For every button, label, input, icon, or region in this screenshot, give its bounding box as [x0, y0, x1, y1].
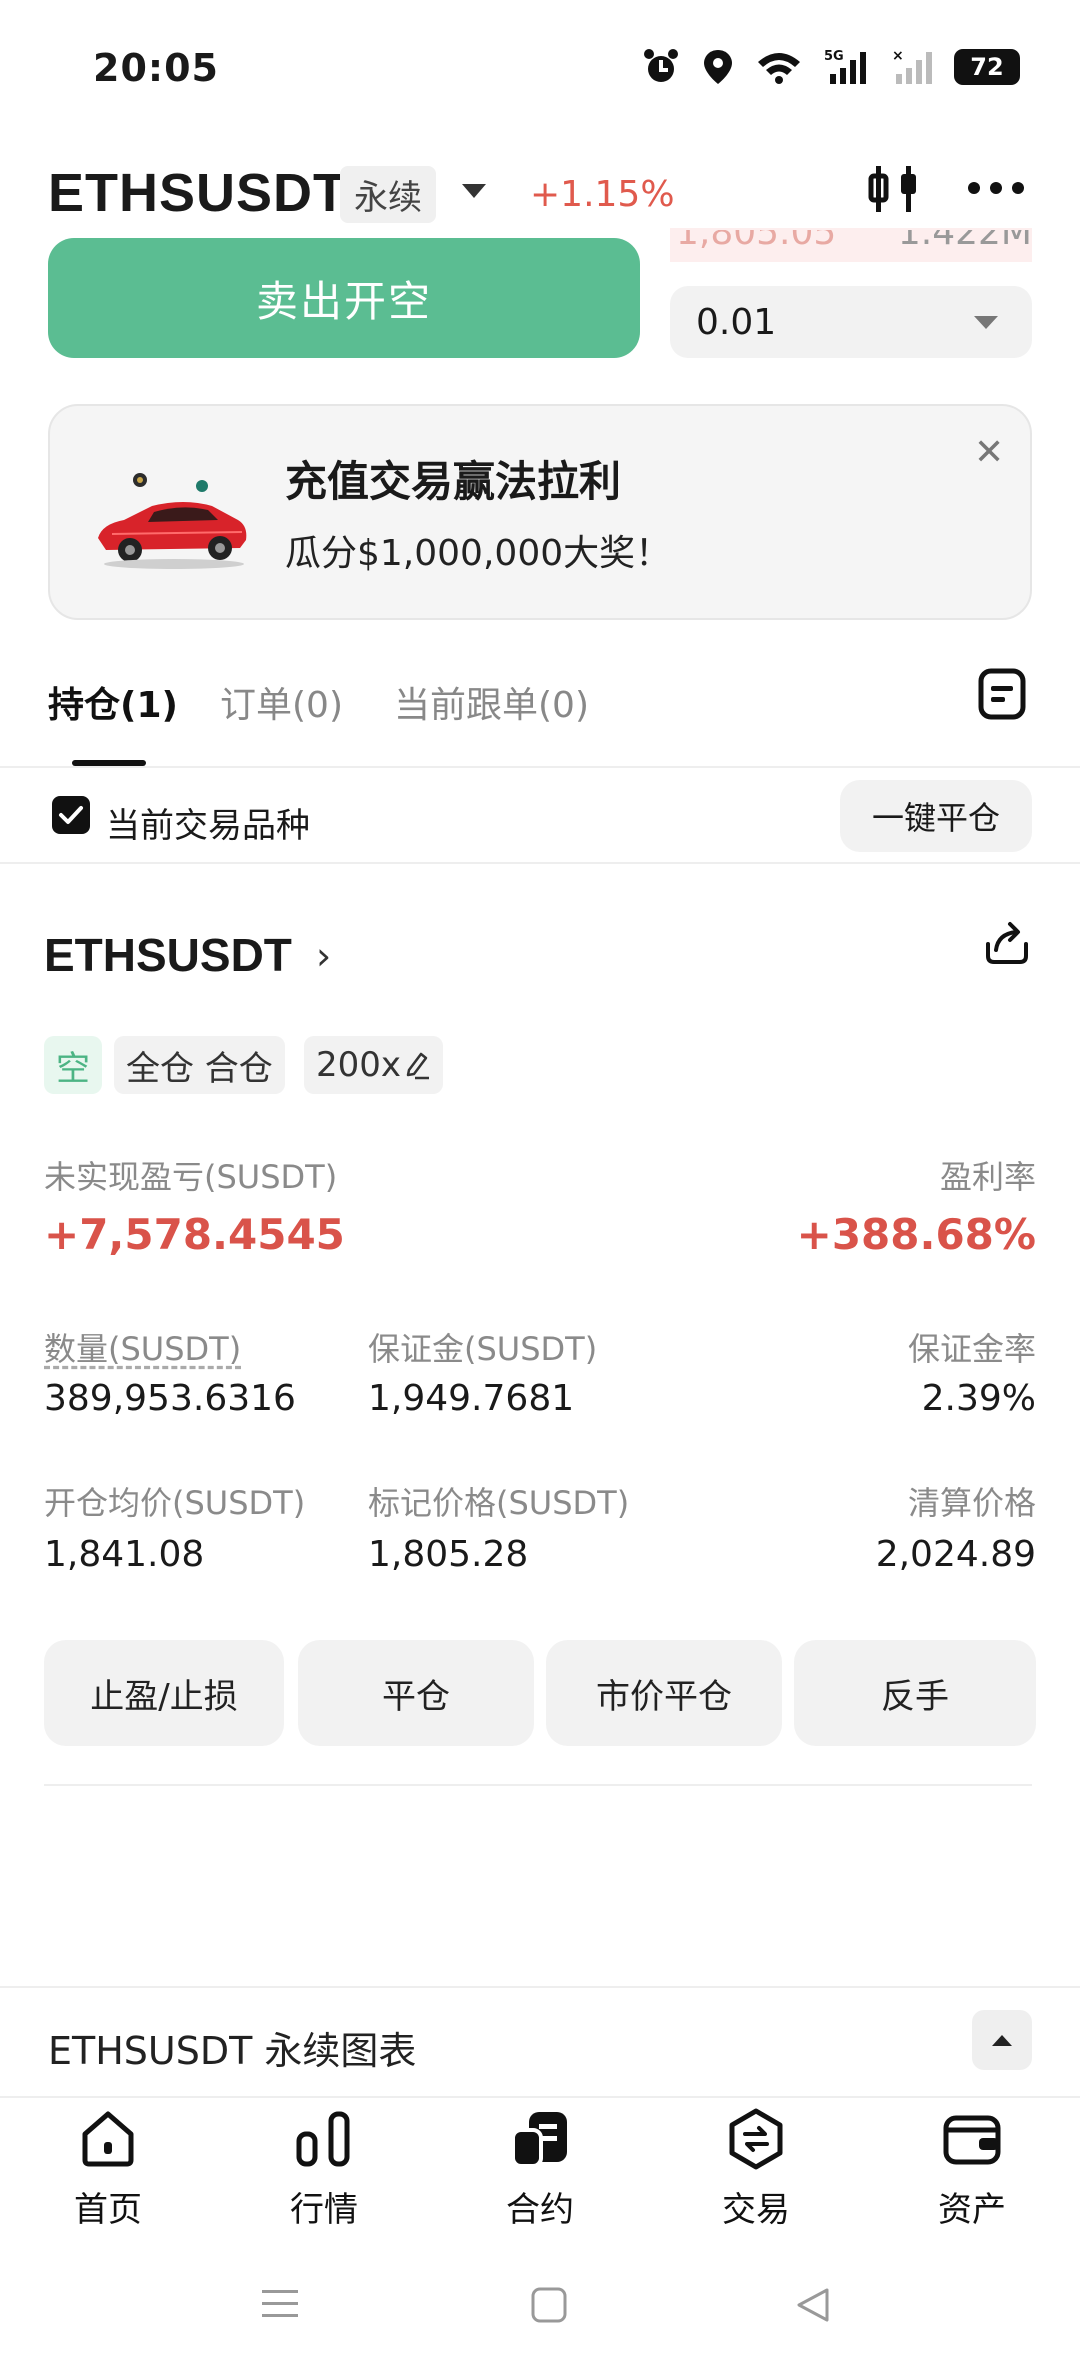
mark-price-value: 1,805.28: [368, 1534, 529, 1575]
wifi-icon: [758, 53, 800, 84]
side-chip: 空: [44, 1036, 102, 1094]
liq-price-label: 清算价格: [907, 1484, 1036, 1522]
tab-positions[interactable]: 持仓(1): [48, 676, 178, 728]
market-close-button[interactable]: 市价平仓: [546, 1640, 782, 1746]
futures-icon: [511, 2112, 567, 2168]
sell-open-short-button[interactable]: 卖出开空: [48, 238, 640, 358]
reverse-button[interactable]: 反手: [794, 1640, 1036, 1746]
entry-price-label: 开仓均价(SUSDT): [44, 1484, 306, 1522]
card-divider: [44, 1784, 1032, 1786]
system-home-icon[interactable]: [530, 2286, 568, 2324]
share-icon[interactable]: [982, 916, 1032, 966]
banner-close-icon[interactable]: ✕: [974, 432, 1004, 473]
system-back-icon[interactable]: [794, 2286, 832, 2324]
signal-5g-icon: 5G: [824, 49, 866, 84]
nav-futures[interactable]: 合约: [460, 2108, 620, 2231]
quantity-label[interactable]: 数量(SUSDT): [44, 1324, 241, 1370]
unrealized-pnl-label: 未实现盈亏(SUSDT): [44, 1158, 338, 1196]
system-menu-icon[interactable]: [260, 2286, 300, 2322]
unrealized-pnl-value: +7,578.4545: [44, 1210, 345, 1259]
pair-title[interactable]: ETHSUSDT: [48, 162, 347, 224]
location-icon: [704, 50, 732, 84]
banner-subtitle: 瓜分$1,000,000大奖！: [285, 533, 672, 574]
mark-price-label: 标记价格(SUSDT): [368, 1484, 630, 1522]
close-all-button[interactable]: 一键平仓: [840, 780, 1032, 852]
price-change: +1.15%: [530, 174, 675, 215]
tab-orders[interactable]: 订单(0): [220, 676, 343, 728]
roe-label: 盈利率: [939, 1158, 1036, 1196]
edit-icon: [406, 1052, 430, 1080]
nav-assets-label: 资产: [938, 2190, 1006, 2230]
current-symbol-label[interactable]: 当前交易品种: [106, 798, 310, 847]
orderbook-peek: 1,805.05 1.422M: [670, 230, 1032, 262]
liq-price-value: 2,024.89: [875, 1534, 1036, 1575]
current-symbol-checkbox[interactable]: [52, 796, 90, 834]
nav-market-label: 行情: [290, 2190, 358, 2230]
position-symbol[interactable]: ETHSUSDT: [44, 928, 292, 982]
margin-ratio-label: 保证金率: [907, 1330, 1036, 1368]
status-time: 20:05: [93, 46, 219, 90]
battery-indicator: 72: [954, 49, 1020, 85]
home-icon: [82, 2111, 134, 2167]
signal-2-icon: ×: [892, 48, 932, 84]
chevron-right-icon[interactable]: ›: [316, 934, 331, 978]
caret-up-icon: [992, 2035, 1012, 2046]
nav-futures-label: 合约: [506, 2190, 574, 2230]
nav-divider: [0, 2096, 1080, 2098]
peek-price: 1,805.05: [676, 230, 837, 253]
entry-price-value: 1,841.08: [44, 1534, 205, 1575]
filter-divider: [0, 862, 1080, 864]
nav-market[interactable]: 行情: [244, 2108, 404, 2231]
nav-home[interactable]: 首页: [28, 2108, 188, 2231]
roe-value: +388.68%: [796, 1210, 1036, 1259]
nav-assets[interactable]: 资产: [892, 2108, 1052, 2231]
margin-value: 1,949.7681: [368, 1378, 575, 1419]
pair-dropdown-icon[interactable]: [462, 184, 486, 198]
margin-mode-chip[interactable]: 全仓 合仓: [114, 1036, 285, 1094]
check-icon: [59, 806, 83, 824]
margin-ratio-value: 2.39%: [921, 1378, 1036, 1419]
status-icons: 5G × 72: [642, 48, 1020, 86]
sports-car-image: [98, 473, 247, 569]
alarm-icon: [644, 49, 678, 82]
quantity-select[interactable]: 0.01: [670, 286, 1032, 358]
candlestick-chart-icon[interactable]: [868, 162, 922, 216]
nav-trade-label: 交易: [722, 2190, 790, 2230]
market-icon: [296, 2111, 350, 2167]
nav-home-label: 首页: [74, 2190, 142, 2230]
chart-section-title[interactable]: ETHSUSDT 永续图表: [48, 2020, 416, 2075]
tabs-divider: [0, 766, 1080, 768]
quantity-value: 389,953.6316: [44, 1378, 296, 1419]
nav-trade[interactable]: 交易: [676, 2108, 836, 2231]
chart-divider: [0, 1986, 1080, 1988]
quantity-value: 0.01: [696, 301, 777, 343]
wallet-icon: [943, 2115, 1001, 2165]
leverage-chip[interactable]: 200x: [304, 1036, 444, 1094]
svg-text:×: ×: [892, 48, 904, 64]
tp-sl-button[interactable]: 止盈/止损: [44, 1640, 284, 1746]
svg-text:5G: 5G: [824, 49, 844, 64]
margin-label: 保证金(SUSDT): [368, 1330, 598, 1368]
order-history-icon[interactable]: [978, 668, 1026, 720]
peek-amount: 1.422M: [897, 230, 1032, 253]
quantity-dropdown-icon: [974, 316, 998, 329]
trade-icon: [729, 2108, 783, 2170]
close-position-button[interactable]: 平仓: [298, 1640, 534, 1746]
more-icon[interactable]: [966, 180, 1026, 196]
chart-expand-toggle[interactable]: [972, 2010, 1032, 2070]
contract-type-tag: 永续: [340, 166, 436, 223]
banner-title: 充值交易赢法拉利: [285, 457, 622, 506]
tab-copy-trades[interactable]: 当前跟单(0): [394, 676, 589, 728]
leverage-value: 200x: [316, 1045, 402, 1085]
